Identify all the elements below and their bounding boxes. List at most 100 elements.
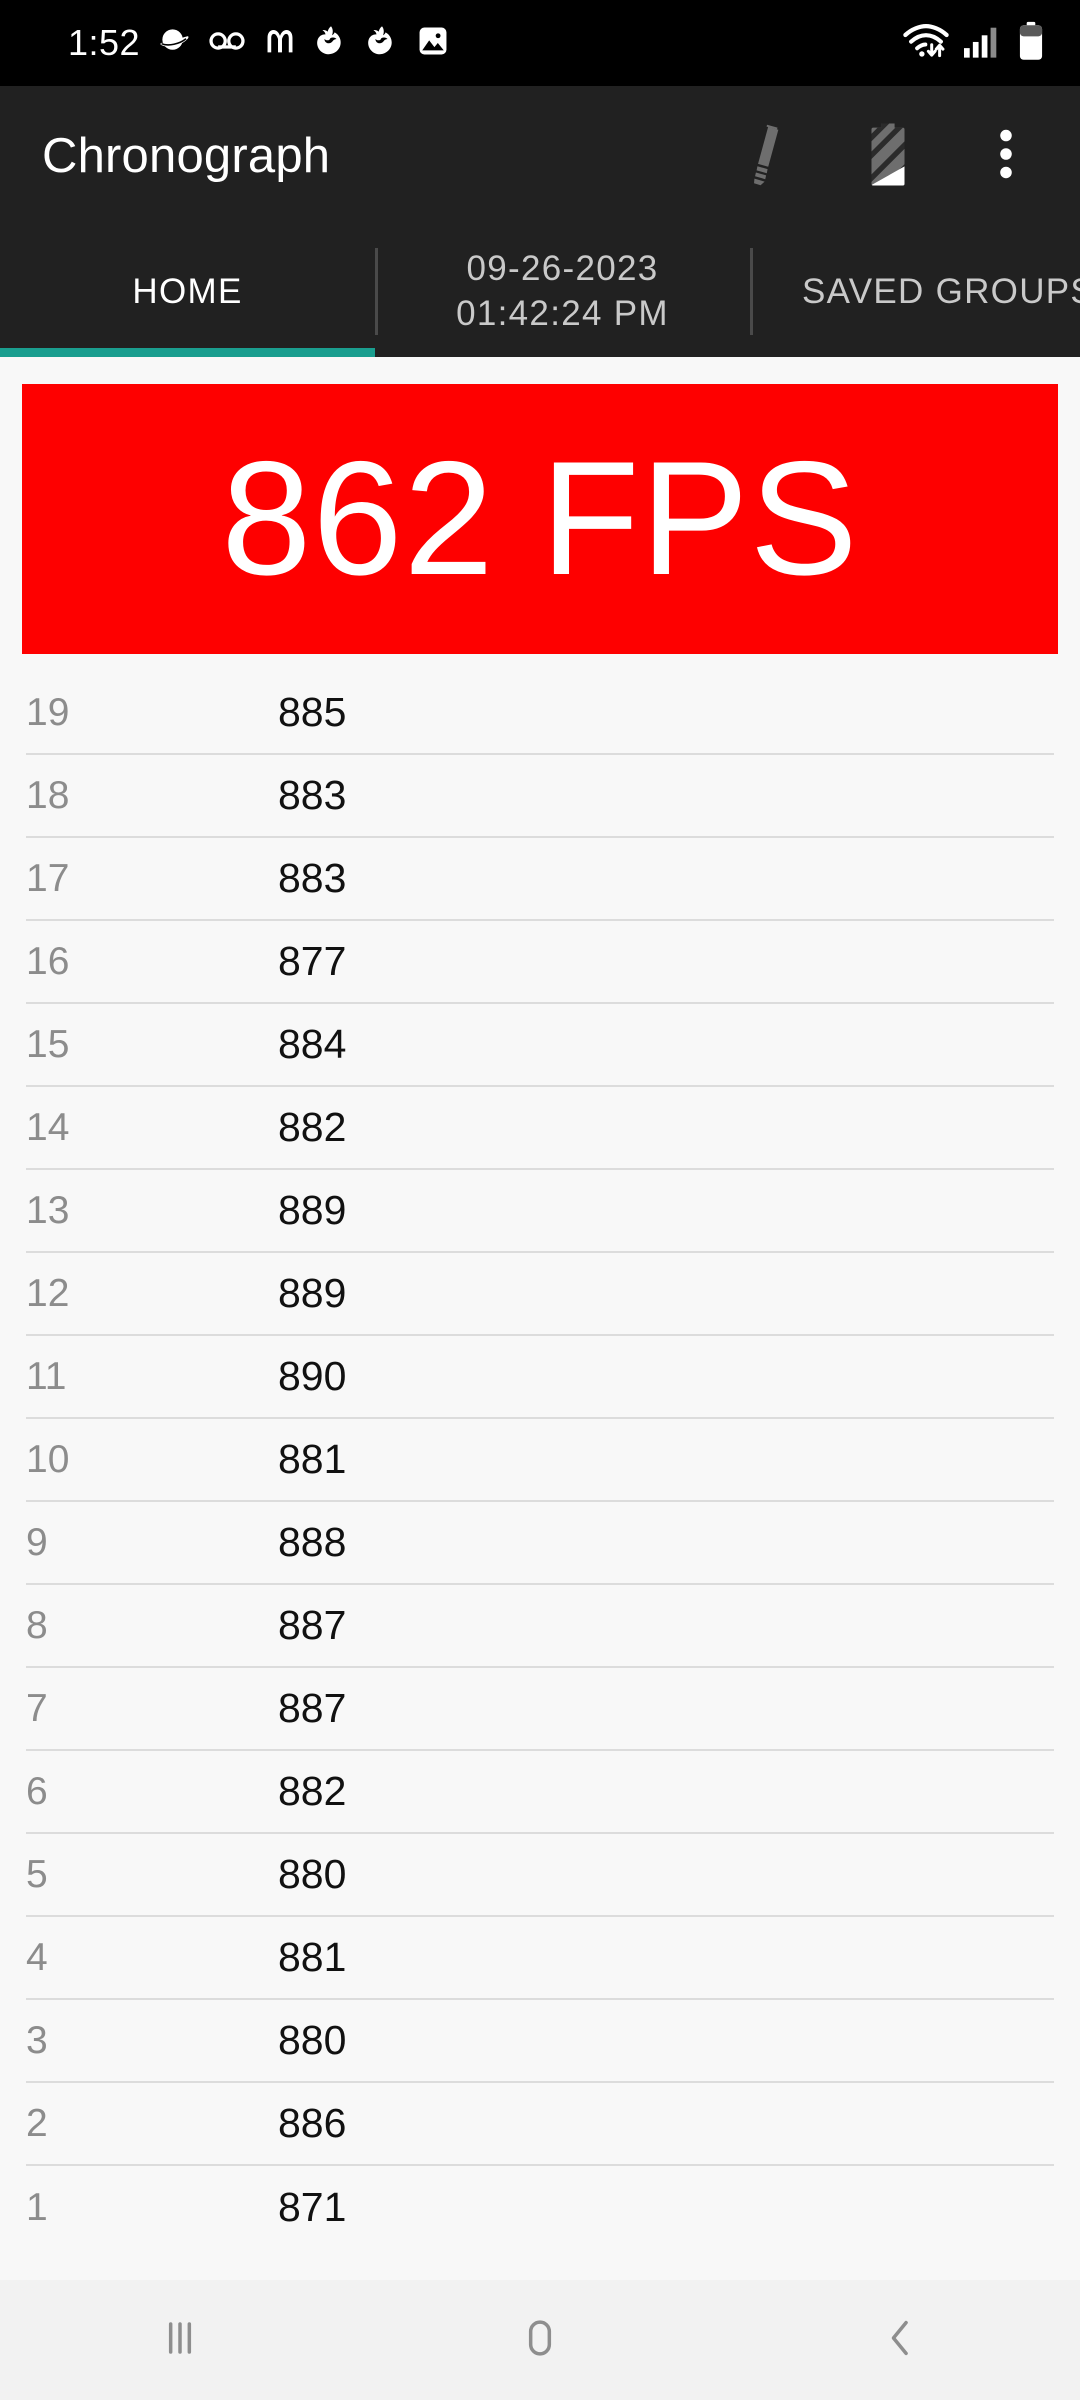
back-button[interactable] xyxy=(805,2280,995,2400)
page-title: Chronograph xyxy=(42,129,331,183)
reading-index: 9 xyxy=(26,1521,48,1564)
tab-home-label: HOME xyxy=(132,271,243,311)
reading-value: 887 xyxy=(278,1685,347,1731)
app-bar-actions xyxy=(734,120,1050,192)
browser-planet-icon xyxy=(157,24,191,63)
reading-index: 12 xyxy=(26,1272,70,1315)
reading-value: 871 xyxy=(278,2184,347,2230)
recents-button[interactable] xyxy=(85,2280,275,2400)
table-row[interactable]: 9 888 xyxy=(26,1502,1054,1585)
reading-value: 882 xyxy=(278,1768,347,1814)
tab-date-session[interactable]: 09-26-2023 01:42:24 PM xyxy=(375,226,750,357)
reading-index: 19 xyxy=(26,691,70,734)
reading-index: 16 xyxy=(26,940,70,983)
reading-value: 885 xyxy=(278,689,347,735)
table-row[interactable]: 4 881 xyxy=(26,1917,1054,2000)
table-row[interactable]: 13 889 xyxy=(26,1170,1054,1253)
status-bar: 1:52 xyxy=(0,0,1080,86)
reading-value: 881 xyxy=(278,1934,347,1980)
system-navigation-bar xyxy=(0,2280,1080,2400)
table-row[interactable]: 12 889 xyxy=(26,1253,1054,1336)
reading-value: 889 xyxy=(278,1270,347,1316)
reading-index: 3 xyxy=(26,2019,48,2062)
reading-index: 4 xyxy=(26,1936,48,1979)
table-row[interactable]: 14 882 xyxy=(26,1087,1054,1170)
reading-index: 18 xyxy=(26,774,70,817)
phone-screen: 1:52 Chronograph HOME 09-26-2023 01:42:2… xyxy=(0,0,1080,2400)
edit-pencil-button[interactable] xyxy=(734,120,806,192)
tab-date-label: 09-26-2023 xyxy=(466,248,659,288)
fps-value-label: 862 FPS xyxy=(221,428,859,609)
reading-value: 881 xyxy=(278,1436,347,1482)
pencil-icon xyxy=(737,121,803,192)
tab-divider xyxy=(375,248,378,335)
table-row[interactable]: 5 880 xyxy=(26,1834,1054,1917)
table-row[interactable]: 16 877 xyxy=(26,921,1054,1004)
overflow-menu-button[interactable] xyxy=(970,120,1042,192)
home-icon xyxy=(512,2310,568,2371)
gallery-image-icon xyxy=(416,24,450,63)
tab-bar: HOME 09-26-2023 01:42:24 PM SAVED GROUPS xyxy=(0,226,1080,357)
battery-icon xyxy=(1016,21,1046,66)
table-row[interactable]: 1 871 xyxy=(26,2166,1054,2249)
reading-value: 886 xyxy=(278,2100,347,2146)
tab-saved-groups-label: SAVED GROUPS xyxy=(802,271,1080,311)
wifi-icon xyxy=(902,22,950,65)
main-content: 862 FPS 19 885 18 883 17 883 16 877 15 884 14 882 13… xyxy=(0,357,1080,2280)
reading-index: 11 xyxy=(26,1355,67,1398)
table-row[interactable]: 19 885 xyxy=(26,672,1054,755)
voicemail-icon xyxy=(208,24,246,63)
readings-list[interactable]: 19 885 18 883 17 883 16 877 15 884 14 882 13 889 12 889… xyxy=(0,672,1080,2249)
table-row[interactable]: 8 887 xyxy=(26,1585,1054,1668)
mcdonalds-icon xyxy=(263,24,297,63)
table-row[interactable]: 6 882 xyxy=(26,1751,1054,1834)
tab-active-indicator xyxy=(0,348,375,357)
table-row[interactable]: 2 886 xyxy=(26,2083,1054,2166)
table-row[interactable]: 11 890 xyxy=(26,1336,1054,1419)
table-row[interactable]: 18 883 xyxy=(26,755,1054,838)
reading-value: 883 xyxy=(278,855,347,901)
status-clock: 1:52 xyxy=(68,22,141,63)
table-row[interactable]: 3 880 xyxy=(26,2000,1054,2083)
status-bar-left: 1:52 xyxy=(68,24,450,63)
reading-index: 10 xyxy=(26,1438,70,1481)
reading-index: 2 xyxy=(26,2102,48,2145)
table-row[interactable]: 10 881 xyxy=(26,1419,1054,1502)
tab-divider xyxy=(750,248,753,335)
app-bar: Chronograph xyxy=(0,86,1080,226)
reading-value: 890 xyxy=(278,1353,347,1399)
reading-value: 882 xyxy=(278,1104,347,1150)
reading-index: 6 xyxy=(26,1770,48,1813)
reading-value: 888 xyxy=(278,1519,347,1565)
reading-value: 887 xyxy=(278,1602,347,1648)
reading-value: 889 xyxy=(278,1187,347,1233)
table-row[interactable]: 17 883 xyxy=(26,838,1054,921)
table-row[interactable]: 7 887 xyxy=(26,1668,1054,1751)
reading-index: 14 xyxy=(26,1106,70,1149)
tab-saved-groups[interactable]: SAVED GROUPS xyxy=(750,226,1080,357)
fps-banner: 862 FPS xyxy=(22,384,1058,654)
recents-icon xyxy=(152,2310,208,2371)
reading-value: 884 xyxy=(278,1021,347,1067)
chevron-left-icon xyxy=(872,2310,928,2371)
reading-index: 8 xyxy=(26,1604,48,1647)
home-button[interactable] xyxy=(445,2280,635,2400)
reading-value: 880 xyxy=(278,1851,347,1897)
status-bar-right xyxy=(902,21,1046,66)
tab-time-label: 01:42:24 PM xyxy=(456,293,669,333)
reading-index: 17 xyxy=(26,857,70,900)
reading-index: 7 xyxy=(26,1687,48,1730)
reading-value: 883 xyxy=(278,772,347,818)
reading-index: 5 xyxy=(26,1853,48,1896)
table-row[interactable]: 15 884 xyxy=(26,1004,1054,1087)
reading-value: 880 xyxy=(278,2017,347,2063)
cellular-signal-icon xyxy=(962,22,1004,65)
three-dots-vertical-icon xyxy=(980,124,1032,189)
reading-index: 1 xyxy=(26,2186,48,2229)
firefox-icon xyxy=(314,24,348,63)
reading-index: 15 xyxy=(26,1023,70,1066)
reading-index: 13 xyxy=(26,1189,70,1232)
tab-home[interactable]: HOME xyxy=(0,226,375,357)
firefox-icon xyxy=(365,24,399,63)
battery-status-button[interactable] xyxy=(852,120,924,192)
